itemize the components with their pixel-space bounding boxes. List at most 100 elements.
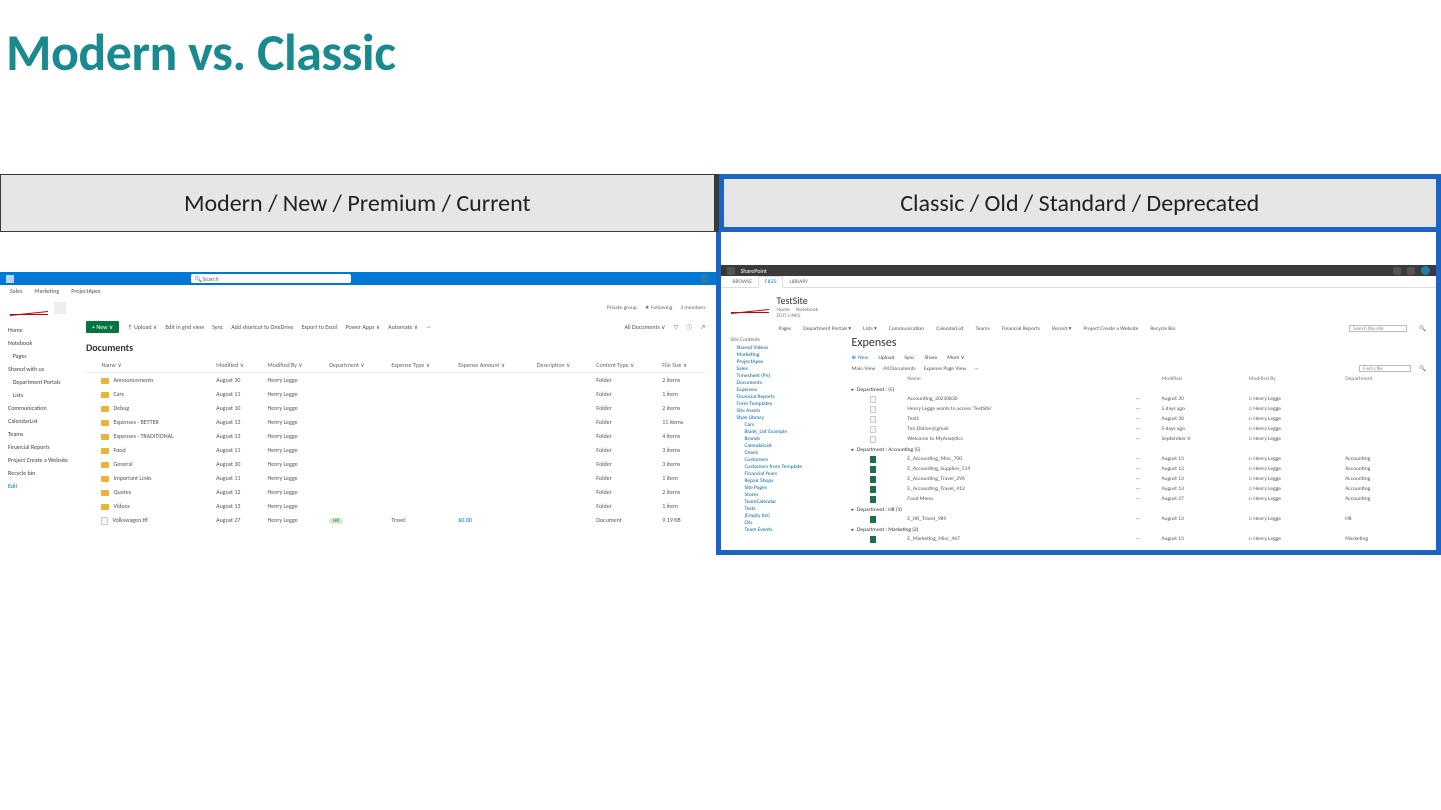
export-excel-button[interactable]: Export to Excel	[301, 323, 337, 331]
app-launcher-icon[interactable]	[6, 275, 14, 283]
column-header[interactable]: Department	[1342, 374, 1426, 384]
view-tab[interactable]: Expense Page View	[924, 366, 967, 372]
nav-item[interactable]: Communication	[8, 401, 78, 414]
tree-node[interactable]: Repair Shops	[731, 477, 846, 484]
nav-item[interactable]: Teams	[8, 427, 78, 440]
topnav-item[interactable]: CalendarList	[936, 326, 963, 332]
group-header[interactable]: Department : (5)	[852, 384, 1427, 394]
edit-grid-button[interactable]: Edit in grid view	[165, 323, 204, 331]
members-count[interactable]: 3 members	[680, 305, 705, 311]
column-header[interactable]: Expense Amount ∨	[454, 358, 533, 373]
column-header[interactable]: Modified	[1158, 374, 1245, 384]
topnav-item[interactable]: Lists ▾	[863, 326, 877, 332]
more-button[interactable]: ···	[426, 323, 431, 331]
tree-node[interactable]: Expenses	[731, 386, 846, 393]
search-input[interactable]: Search this site	[1349, 325, 1407, 332]
tree-node[interactable]: CalendarList	[731, 442, 846, 449]
topnav-item[interactable]: Financial Reports	[1002, 326, 1040, 332]
filter-icon[interactable]: ▽	[674, 323, 679, 331]
sync-button[interactable]: Sync	[904, 355, 914, 361]
tree-node[interactable]: ProjectApex	[731, 358, 846, 365]
tree-node[interactable]: Customers from Template	[731, 463, 846, 470]
column-header[interactable]	[867, 374, 905, 384]
tree-node[interactable]: Tests	[731, 505, 846, 512]
tree-node[interactable]: (Empty list)	[731, 512, 846, 519]
column-header[interactable]	[852, 374, 867, 384]
view-selector[interactable]: All Documents ∨	[624, 323, 665, 331]
tree-node[interactable]: Blank_List Example	[731, 428, 846, 435]
edit-links[interactable]: EDIT LINKS	[777, 313, 801, 319]
topnav-item[interactable]: Pages	[779, 326, 792, 332]
table-row[interactable]: E_Accounting_Travel_296···August 13□ Hen…	[852, 474, 1427, 484]
share-button[interactable]: Share	[925, 355, 938, 361]
column-header[interactable]	[1133, 374, 1159, 384]
table-row[interactable]: Quotes August 12 Henry Legge Folder 2 it…	[86, 485, 706, 499]
powerapps-button[interactable]: Power Apps ∨	[346, 323, 381, 331]
tree-node[interactable]: Style Library	[731, 414, 846, 421]
nav-item[interactable]: Lists	[8, 388, 78, 401]
topnav-item[interactable]: Recycle Bin	[1150, 326, 1175, 332]
tree-node[interactable]: Timesheet (Pn)	[731, 372, 846, 379]
ribbon-tab[interactable]: BROWSE	[727, 277, 759, 287]
tree-node[interactable]: Customers	[731, 456, 846, 463]
topnav-item[interactable]: Recent ▾	[1052, 326, 1071, 332]
table-row[interactable]: Food August 11 Henry Legge Folder 3 item…	[86, 443, 706, 457]
group-header[interactable]: Department : Marketing (2)	[852, 524, 1427, 534]
tree-node[interactable]: Cars	[731, 421, 846, 428]
tree-node[interactable]: Financial Years	[731, 470, 846, 477]
search-icon[interactable]: 🔍	[1419, 326, 1426, 332]
column-header[interactable]: Expense Type ∨	[387, 358, 454, 373]
column-header[interactable]: Modified By ∨	[263, 358, 325, 373]
column-header[interactable]: Modified By	[1246, 374, 1342, 384]
settings-icon[interactable]	[1393, 267, 1401, 275]
tree-node[interactable]: Site Assets	[731, 407, 846, 414]
help-icon[interactable]	[1407, 267, 1415, 275]
column-header[interactable]: Description ∨	[533, 358, 592, 373]
table-row[interactable]: E_Marketing_Misc_467···August 13□ Henry …	[852, 534, 1427, 544]
table-row[interactable]: E_HR_Travel_989···August 13□ Henry Legge…	[852, 514, 1427, 524]
tree-node[interactable]: Shared Videos	[731, 344, 846, 351]
expand-icon[interactable]: ↗	[700, 323, 705, 331]
table-row[interactable]: Volkswagen.tff August 27 Henry Legge HR …	[86, 513, 706, 528]
table-row[interactable]: E_Accounting_Travel_412···August 13□ Hen…	[852, 484, 1427, 494]
automate-button[interactable]: Automate ∨	[388, 323, 418, 331]
table-row[interactable]: Teri.Didion@gmail···5 days ago□ Henry Le…	[852, 424, 1427, 434]
info-icon[interactable]: ⓘ	[686, 323, 692, 332]
tree-node[interactable]: Documents	[731, 379, 846, 386]
tree-node[interactable]: Team Events	[731, 526, 846, 533]
table-row[interactable]: Videos August 13 Henry Legge Folder 1 it…	[86, 499, 706, 513]
upload-button[interactable]: ↑ Upload ∨	[127, 323, 157, 331]
nav-item[interactable]: Notebook	[8, 336, 78, 349]
column-header[interactable]: Department ∨	[325, 358, 387, 373]
table-row[interactable]: E_Accounting_Misc_700···August 13□ Henry…	[852, 454, 1427, 464]
hub-nav-item[interactable]: Marketing	[34, 287, 59, 295]
new-button[interactable]: + New ∨	[86, 321, 119, 333]
tree-node[interactable]: Brands	[731, 435, 846, 442]
view-tab[interactable]: ···	[974, 366, 978, 372]
hub-nav-item[interactable]: Sales	[10, 287, 22, 295]
table-row[interactable]: Henry Legge wants to access 'TestSite'··…	[852, 404, 1427, 414]
ribbon-tab[interactable]: LIBRARY	[783, 277, 813, 287]
tree-node[interactable]: Financial Reports	[731, 393, 846, 400]
app-launcher-icon[interactable]	[727, 267, 735, 275]
more-button[interactable]: More ∨	[947, 355, 964, 361]
topnav-item[interactable]: Department Portals ▾	[803, 326, 851, 332]
table-row[interactable]: E_Accounting_Supplies_519···August 13□ H…	[852, 464, 1427, 474]
tree-node[interactable]: Sales	[731, 365, 846, 372]
column-header[interactable]: Name	[904, 374, 1132, 384]
table-row[interactable]: Welcome to MyAnalytics···September 6□ He…	[852, 434, 1427, 444]
nav-item[interactable]: Pages	[8, 349, 78, 362]
nav-item[interactable]: Home	[8, 323, 78, 336]
column-header[interactable]	[86, 358, 97, 373]
topnav-item[interactable]: Teams	[976, 326, 990, 332]
topnav-item[interactable]: Project Create a Website	[1083, 326, 1138, 332]
column-header[interactable]: Content Type ∨	[592, 358, 658, 373]
table-row[interactable]: General August 30 Henry Legge Folder 3 i…	[86, 457, 706, 471]
column-header[interactable]: Modified ∨	[212, 358, 263, 373]
column-header[interactable]: File Size ∨	[658, 358, 705, 373]
tree-node[interactable]: Stores	[731, 491, 846, 498]
topnav-item[interactable]: Communication	[889, 326, 924, 332]
nav-item[interactable]: Department Portals	[8, 375, 78, 388]
table-row[interactable]: Expenses - BETTER August 13 Henry Legge …	[86, 415, 706, 429]
search-input[interactable]: 🔍 Search	[191, 274, 351, 283]
